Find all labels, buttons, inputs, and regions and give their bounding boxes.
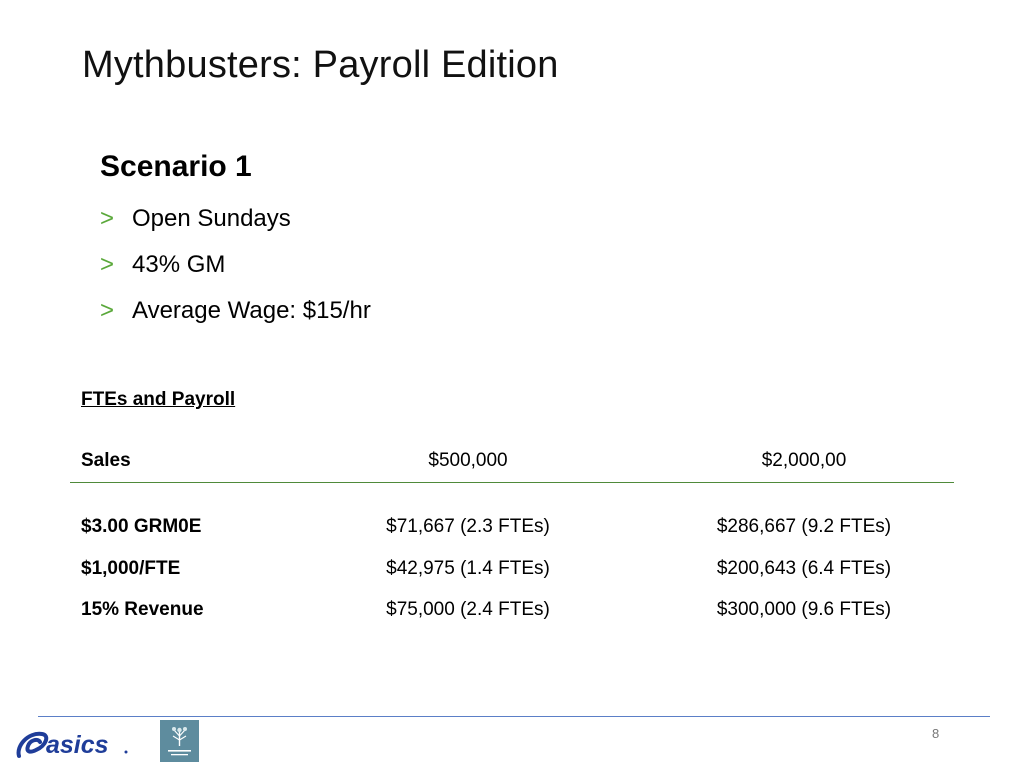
slide-title: Mythbusters: Payroll Edition bbox=[82, 44, 559, 86]
table-header-cell: Sales bbox=[81, 450, 131, 471]
tree-icon bbox=[168, 727, 191, 756]
table-row: $1,000/FTE $42,975 (1.4 FTEs) $200,643 (… bbox=[81, 558, 953, 588]
page-number: 8 bbox=[932, 726, 940, 741]
table-cell: $200,643 (6.4 FTEs) bbox=[716, 558, 892, 579]
svg-text:asics: asics bbox=[46, 731, 109, 759]
table-cell: $286,667 (9.2 FTEs) bbox=[716, 516, 892, 537]
table-cell: $42,975 (1.4 FTEs) bbox=[386, 558, 550, 579]
bullet-marker-icon: > bbox=[100, 205, 115, 232]
table-cell: $300,000 (9.6 FTEs) bbox=[716, 599, 892, 620]
bullet-item: > Average Wage: $15/hr bbox=[100, 294, 371, 340]
bullet-list: > Open Sundays > 43% GM > Average Wage: … bbox=[100, 202, 371, 340]
asics-logo: asics bbox=[16, 731, 128, 759]
table-row: $3.00 GRM0E $71,667 (2.3 FTEs) $286,667 … bbox=[81, 516, 953, 546]
bullet-item: > Open Sundays bbox=[100, 202, 371, 248]
bullet-text: 43% GM bbox=[132, 251, 226, 278]
bullet-item: > 43% GM bbox=[100, 248, 371, 294]
bullet-text: Open Sundays bbox=[132, 205, 291, 232]
consulting-firm-logo bbox=[160, 720, 199, 762]
bullet-marker-icon: > bbox=[100, 251, 115, 278]
bullet-text: Average Wage: $15/hr bbox=[132, 297, 371, 324]
table-row-label: 15% Revenue bbox=[81, 599, 204, 620]
table-row: 15% Revenue $75,000 (2.4 FTEs) $300,000 … bbox=[81, 599, 953, 629]
table-header-cell: $500,000 bbox=[428, 450, 508, 471]
table-header-row: Sales $500,000 $2,000,00 bbox=[81, 450, 953, 480]
table-row-label: $1,000/FTE bbox=[81, 558, 181, 579]
table-row-label: $3.00 GRM0E bbox=[81, 516, 202, 537]
footer-divider bbox=[38, 716, 990, 717]
table-header-divider bbox=[70, 482, 954, 483]
table-header-cell: $2,000,00 bbox=[761, 450, 847, 471]
table-cell: $75,000 (2.4 FTEs) bbox=[386, 599, 550, 620]
scenario-heading: Scenario 1 bbox=[100, 150, 252, 183]
table-cell: $71,667 (2.3 FTEs) bbox=[386, 516, 550, 537]
section-label: FTEs and Payroll bbox=[81, 389, 236, 410]
bullet-marker-icon: > bbox=[100, 297, 115, 324]
